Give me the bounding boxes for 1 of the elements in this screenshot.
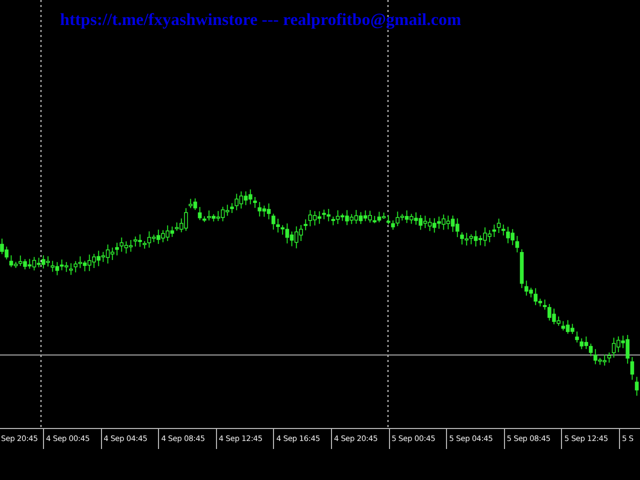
chart-text-label: https://t.me/fxyashwinstore --- realprofitbo@gmail.com <box>60 10 462 30</box>
